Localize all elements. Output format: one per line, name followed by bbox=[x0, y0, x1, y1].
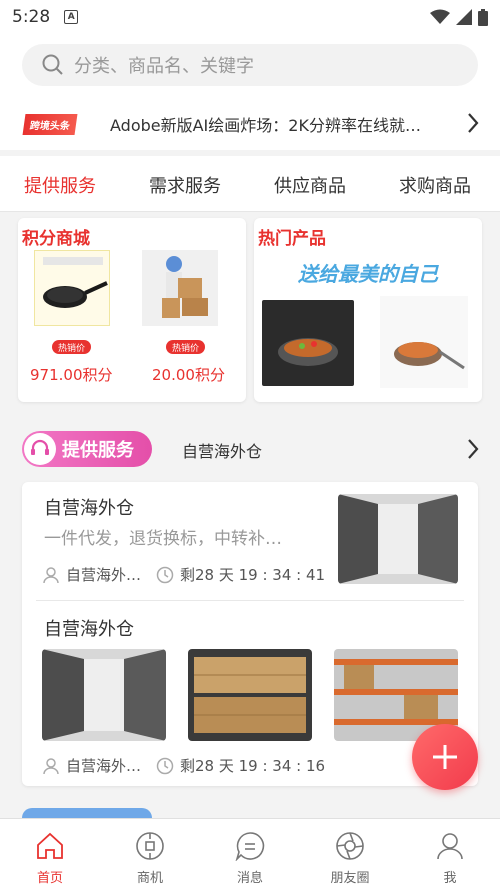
search-bar-container: 分类、商品名、关键字 bbox=[0, 34, 500, 98]
add-button[interactable] bbox=[412, 724, 478, 790]
wok-icon bbox=[278, 338, 338, 366]
nav-label: 消息 bbox=[236, 871, 263, 886]
notification-a-icon: A bbox=[64, 10, 79, 24]
delivery-worker-icon bbox=[162, 256, 208, 318]
search-input[interactable]: 分类、商品名、关键字 bbox=[22, 44, 478, 86]
list-item[interactable]: 自营海外仓 一件代发，退货换标，中转补… 自营海外… 剩28 天 19 : 34… bbox=[22, 482, 478, 600]
item-description: 一件代发，退货换标，中转补… bbox=[44, 529, 282, 549]
status-time: 5:28 bbox=[12, 7, 51, 27]
nav-home[interactable]: 首页 bbox=[20, 831, 80, 886]
opportunity-icon bbox=[136, 832, 164, 860]
news-ticker[interactable]: 跨境头条 Adobe新版AI绘画炸场：2K分辨率在线就… bbox=[0, 98, 500, 150]
tab-provide-service[interactable]: 提供服务 bbox=[24, 172, 96, 198]
search-icon bbox=[42, 54, 63, 75]
search-placeholder: 分类、商品名、关键字 bbox=[74, 56, 254, 77]
product-image-delivery[interactable] bbox=[142, 250, 218, 326]
product-price: 971.00积分 bbox=[30, 366, 113, 384]
user-icon bbox=[43, 566, 59, 583]
nav-moments[interactable]: 朋友圈 bbox=[320, 831, 380, 886]
message-icon bbox=[235, 832, 265, 862]
pan-icon bbox=[394, 342, 465, 370]
battery-icon bbox=[478, 8, 488, 26]
tab-demand-service[interactable]: 需求服务 bbox=[149, 172, 221, 198]
item-user: 自营海外… bbox=[42, 755, 141, 776]
item-user: 自营海外… bbox=[42, 564, 141, 585]
product-price: 20.00积分 bbox=[152, 366, 225, 384]
item-user-name: 自营海外… bbox=[66, 757, 142, 775]
hot-price-tag: 热销价 bbox=[52, 340, 92, 354]
nav-label: 朋友圈 bbox=[330, 871, 370, 886]
item-title: 自营海外仓 bbox=[44, 498, 134, 519]
points-mall-title: 积分商城 bbox=[22, 229, 90, 249]
list-item[interactable]: 自营海外仓 自营海外… 剩28 天 19: 34: 16 bbox=[22, 601, 478, 786]
user-icon bbox=[43, 757, 59, 774]
signal-icon bbox=[456, 9, 472, 25]
hot-products-banner-text: 送给最美的自己 bbox=[298, 262, 438, 286]
points-mall-card[interactable]: 积分商城 热销价 971.00积分 热销价 20.00积分 bbox=[18, 218, 246, 402]
item-thumbnail-warehouse[interactable] bbox=[338, 494, 458, 584]
moments-icon bbox=[336, 832, 364, 860]
service-pill[interactable]: 提供服务 bbox=[22, 431, 152, 467]
item-countdown: 剩28 天 19 : 34 : 41 bbox=[156, 564, 325, 585]
ticker-badge: 跨境头条 bbox=[22, 113, 78, 135]
clock-icon bbox=[156, 566, 174, 583]
pallet-boxes-icon bbox=[188, 649, 312, 741]
product-image-wok[interactable] bbox=[262, 300, 354, 386]
clock-icon bbox=[156, 757, 174, 774]
warehouse-shelves-icon bbox=[338, 494, 458, 584]
bottom-nav: 首页 商机 消息 朋友圈 我 bbox=[0, 818, 500, 888]
headset-icon bbox=[24, 433, 56, 465]
tab-supply-goods[interactable]: 供应商品 bbox=[274, 172, 346, 198]
hot-products-title: 热门产品 bbox=[258, 229, 326, 249]
item-countdown-text: 剩28 天 19 : 34 : 16 bbox=[180, 757, 326, 775]
item-countdown: 剩28 天 19 : 34 : 16 bbox=[156, 755, 325, 776]
service-section-subtitle: 自营海外仓 bbox=[182, 442, 263, 461]
hot-price-tag: 热销价 bbox=[166, 340, 206, 354]
plus-icon bbox=[433, 745, 457, 769]
home-icon bbox=[37, 832, 63, 859]
category-tabs: 提供服务 需求服务 供应商品 求购商品 bbox=[0, 156, 500, 212]
item-title: 自营海外仓 bbox=[44, 619, 134, 640]
chevron-right-icon[interactable] bbox=[466, 437, 480, 461]
warehouse-shelves-icon bbox=[42, 649, 166, 741]
nav-label: 我 bbox=[443, 871, 457, 886]
frying-pan-icon bbox=[43, 257, 108, 308]
service-pill-label: 提供服务 bbox=[62, 440, 134, 461]
chevron-right-icon[interactable] bbox=[466, 111, 480, 135]
product-image-frying-pan[interactable] bbox=[34, 250, 110, 326]
ticker-text[interactable]: Adobe新版AI绘画炸场：2K分辨率在线就… bbox=[110, 112, 428, 136]
service-section-header: 提供服务 自营海外仓 bbox=[0, 426, 500, 472]
nav-profile[interactable]: 我 bbox=[420, 831, 480, 886]
nav-label: 首页 bbox=[36, 871, 63, 886]
nav-opportunity[interactable]: 商机 bbox=[120, 831, 180, 886]
tab-purchase-goods[interactable]: 求购商品 bbox=[399, 172, 471, 198]
item-thumbnail-pallets[interactable] bbox=[188, 649, 312, 741]
status-icons bbox=[430, 8, 488, 26]
wifi-icon bbox=[430, 9, 450, 24]
service-list: 自营海外仓 一件代发，退货换标，中转补… 自营海外… 剩28 天 19 : 34… bbox=[22, 482, 478, 786]
item-thumbnail-warehouse[interactable] bbox=[42, 649, 166, 741]
product-image-pan[interactable] bbox=[380, 296, 468, 388]
profile-icon bbox=[437, 833, 463, 860]
item-user-name: 自营海外… bbox=[66, 566, 142, 584]
hot-products-card[interactable]: 热门产品 送给最美的自己 bbox=[254, 218, 482, 402]
status-bar: 5:28 A bbox=[0, 0, 500, 34]
nav-messages[interactable]: 消息 bbox=[220, 831, 280, 886]
item-countdown-text: 剩28 天 19 : 34 : 41 bbox=[180, 566, 326, 584]
nav-label: 商机 bbox=[136, 871, 163, 886]
